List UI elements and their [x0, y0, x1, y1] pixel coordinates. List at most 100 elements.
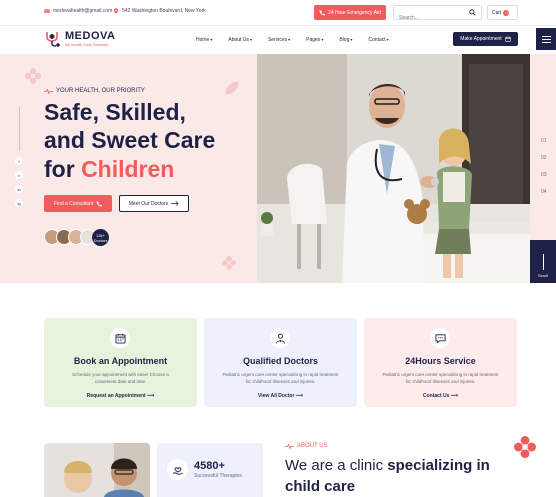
button-label: Meet Our Doctors [128, 200, 169, 207]
email-text: medovahealth@gmail.com [53, 8, 113, 14]
therapies-stat-card: 4580+ Successful Therapies [157, 443, 263, 497]
button-label: Find a Consultant [53, 200, 94, 207]
link-label: Request an Appointment [86, 393, 146, 399]
meet-doctors-button[interactable]: Meet Our Doctors [119, 195, 189, 212]
menu-bar: Home▾ About Us▾ Services▾ Pages▾ Blog▾ C… [196, 37, 389, 43]
slide-number[interactable]: 02 [541, 155, 547, 161]
card-description: Schedule your appointment with ease! Cho… [72, 372, 169, 384]
instagram-icon[interactable]: ig [15, 199, 23, 207]
social-links: f x in ig [15, 107, 23, 207]
chevron-down-icon: ▾ [288, 37, 291, 42]
nav-label: Blog [339, 37, 350, 43]
scroll-down-button[interactable]: Scroll [530, 240, 556, 283]
hero-eyebrow-text: YOUR HEALTH, OUR PRIORITY [56, 88, 145, 94]
heart-hand-icon [172, 466, 183, 475]
hero-heading-line-3: for Children [44, 156, 174, 182]
nav-label: Home [196, 37, 210, 43]
make-appointment-button[interactable]: Make Appointment [453, 32, 518, 46]
about-eyebrow: ABOUT US [285, 443, 328, 449]
card-title: Qualified Doctors [242, 356, 318, 366]
doctor-icon [275, 333, 285, 344]
chevron-down-icon: ▾ [321, 37, 324, 42]
nav-item-blog[interactable]: Blog▾ [339, 37, 352, 43]
view-all-doctor-link[interactable]: View All Doctor ⟶ [204, 393, 357, 399]
feature-card-24hours: 24Hours Service Pediatric urgent care ce… [364, 318, 517, 407]
card-description: Pediatric urgent care center specializin… [382, 372, 499, 384]
hamburger-menu-button[interactable] [536, 28, 556, 50]
find-consultant-button[interactable]: Find a Consultant [44, 195, 112, 212]
search-input[interactable] [394, 11, 466, 25]
cart-count-badge: 0 [503, 9, 510, 16]
brand-name: MEDOVA [65, 30, 116, 42]
scroll-label: Scroll [537, 273, 548, 278]
top-bar: medovahealth@gmail.com 542 Washington Bo… [0, 0, 556, 26]
feature-card-appointment: Book an Appointment Schedule your appoin… [44, 318, 197, 407]
hero-doctor-child-photo [257, 54, 530, 283]
stethoscope-logo-icon [46, 32, 60, 47]
hero-eyebrow: YOUR HEALTH, OUR PRIORITY [44, 88, 145, 94]
divider [18, 107, 20, 151]
card-description: Pediatric urgent care center specializin… [222, 372, 339, 384]
card-icon-wrap [430, 328, 450, 348]
address-text: 542 Washington Boulevard, New York [122, 8, 206, 14]
card-icon-wrap [270, 328, 290, 348]
doctor-count-badge: 12k+ Doctors [92, 229, 109, 246]
arrow-right-icon: ⟶ [147, 393, 155, 399]
contact-email[interactable]: medovahealth@gmail.com [44, 8, 112, 14]
heading-word: for [44, 156, 75, 182]
slide-number[interactable]: 01 [541, 138, 547, 144]
chevron-down-icon: ▾ [350, 37, 353, 42]
request-appointment-link[interactable]: Request an Appointment ⟶ [44, 393, 197, 399]
slide-pagination: 01 02 03 04 [541, 138, 547, 195]
contact-us-link[interactable]: Contact Us ⟶ [364, 393, 517, 399]
decorative-flower-icon [222, 256, 236, 270]
nav-label: About Us [228, 37, 249, 43]
appointment-label: Make Appointment [460, 36, 502, 42]
hero-heading-line-1: Safe, Skilled, [44, 99, 186, 125]
slide-number[interactable]: 03 [541, 172, 547, 178]
nav-item-pages[interactable]: Pages▾ [306, 37, 323, 43]
search-box[interactable] [393, 5, 482, 25]
chevron-down-icon: ▾ [210, 37, 213, 42]
chat-bubble-icon [434, 333, 446, 344]
linkedin-icon[interactable]: in [15, 185, 23, 193]
card-icon-wrap [110, 328, 130, 348]
search-icon[interactable] [469, 9, 476, 16]
facebook-icon[interactable]: f [15, 157, 23, 165]
emergency-label: 24 Hour Emergency Aid [328, 9, 381, 16]
cart-label: Cart [492, 9, 502, 16]
cart-button[interactable]: Cart 0 [487, 5, 518, 20]
arrow-right-icon: ⟶ [295, 393, 303, 399]
contact-address: 542 Washington Boulevard, New York [113, 8, 206, 14]
main-navigation: MEDOVA All Health Care Services Home▾ Ab… [0, 26, 556, 54]
chevron-down-icon: ▾ [249, 37, 252, 42]
nav-item-about[interactable]: About Us▾ [228, 37, 252, 43]
location-pin-icon [113, 8, 119, 14]
heartbeat-icon [44, 88, 53, 94]
card-icon-wrap [167, 459, 188, 480]
emergency-button[interactable]: 24 Hour Emergency Aid [314, 5, 386, 20]
nav-item-home[interactable]: Home▾ [196, 37, 212, 43]
brand-logo[interactable]: MEDOVA All Health Care Services [44, 31, 115, 47]
nav-item-contact[interactable]: Contact▾ [368, 37, 388, 43]
slide-number[interactable]: 04 [541, 189, 547, 195]
about-heading: We are a clinic specializing in child ca… [285, 455, 525, 497]
heading-accent-word: Children [81, 156, 175, 182]
phone-icon [96, 200, 103, 206]
stat-value: 4580+ [194, 460, 225, 472]
nav-label: Pages [306, 37, 321, 43]
nav-label: Contact [368, 37, 386, 43]
link-label: View All Doctor [258, 393, 295, 399]
card-title: Book an Appointment [73, 356, 168, 366]
scroll-line [542, 254, 544, 270]
card-title: 24Hours Service [405, 356, 476, 366]
heartbeat-icon [285, 443, 294, 449]
phone-icon [319, 9, 326, 15]
about-eyebrow-text: ABOUT US [297, 443, 328, 449]
x-twitter-icon[interactable]: x [15, 171, 23, 179]
nav-item-services[interactable]: Services▾ [268, 37, 290, 43]
nav-label: Services [267, 37, 288, 43]
chevron-down-icon: ▾ [386, 37, 389, 42]
doctor-count-label: Doctors [93, 237, 108, 243]
mail-icon [44, 9, 50, 13]
